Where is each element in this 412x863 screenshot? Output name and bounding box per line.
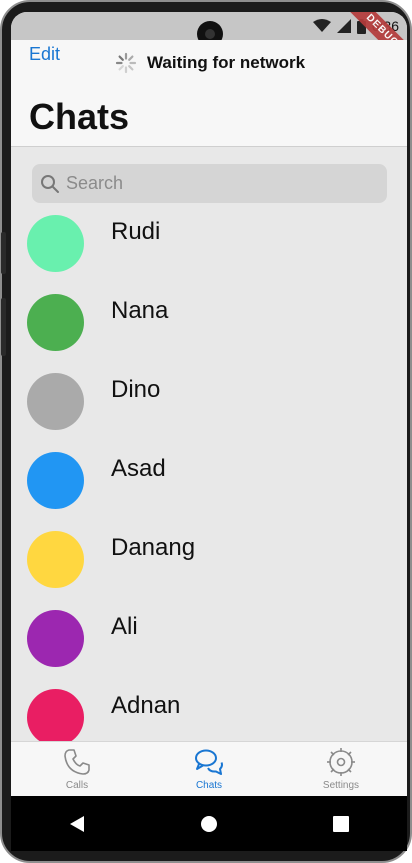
- network-status: Waiting for network: [115, 52, 305, 74]
- home-button[interactable]: [189, 804, 229, 844]
- cell-signal-icon: [336, 19, 351, 33]
- chat-name: Rudi: [111, 218, 161, 245]
- chat-name: Asad: [111, 455, 166, 482]
- avatar: [27, 610, 84, 667]
- chat-item[interactable]: Dino: [11, 370, 407, 449]
- avatar: [27, 689, 84, 746]
- chat-name: Ali: [111, 613, 138, 640]
- phone-icon: [64, 749, 90, 775]
- tab-chats[interactable]: Chats: [143, 742, 275, 797]
- bottom-tab-bar: Calls Chats Settings: [11, 741, 407, 797]
- system-navigation-bar: [11, 796, 407, 851]
- gear-icon: [327, 748, 355, 776]
- edit-button[interactable]: Edit: [29, 44, 60, 65]
- chat-name: Danang: [111, 534, 196, 561]
- navigation-bar: Edit Waiting for network Chats: [11, 40, 407, 147]
- chat-item[interactable]: Ali: [11, 607, 407, 686]
- tab-label: Chats: [195, 780, 223, 791]
- network-status-text: Waiting for network: [147, 53, 306, 72]
- chat-item[interactable]: Asad: [11, 449, 407, 528]
- page-title: Chats: [29, 96, 130, 137]
- tab-calls[interactable]: Calls: [11, 742, 143, 797]
- avatar: [27, 294, 84, 351]
- app-screen: 6:36 DEBUG Edit: [11, 12, 407, 851]
- power-button: [1, 298, 6, 356]
- back-button[interactable]: [57, 804, 97, 844]
- volume-button: [1, 232, 6, 274]
- phone-frame: 6:36 DEBUG Edit: [0, 0, 412, 863]
- tab-label: Calls: [65, 780, 89, 791]
- chat-list: Rudi Nana Dino Asad Danang Ali Adnan: [11, 212, 407, 765]
- back-triangle-icon: [70, 815, 84, 832]
- chat-bubbles-icon: [195, 749, 223, 775]
- recents-square-icon: [333, 815, 349, 832]
- recents-button[interactable]: [321, 804, 361, 844]
- chat-name: Nana: [111, 297, 169, 324]
- avatar: [27, 452, 84, 509]
- home-circle-icon: [201, 815, 217, 832]
- tab-settings[interactable]: Settings: [275, 742, 407, 797]
- activity-spinner-icon: [115, 52, 137, 74]
- chat-name: Adnan: [111, 692, 181, 719]
- chat-item[interactable]: Rudi: [11, 212, 407, 291]
- tab-label: Settings: [322, 780, 360, 791]
- chat-name: Dino: [111, 376, 161, 403]
- chat-item[interactable]: Danang: [11, 528, 407, 607]
- avatar: [27, 373, 84, 430]
- avatar: [27, 531, 84, 588]
- search-input[interactable]: [64, 172, 368, 195]
- avatar: [27, 215, 84, 272]
- search-icon: [41, 174, 59, 193]
- wifi-icon: [312, 19, 331, 32]
- chat-item[interactable]: Nana: [11, 291, 407, 370]
- search-bar[interactable]: [32, 164, 387, 203]
